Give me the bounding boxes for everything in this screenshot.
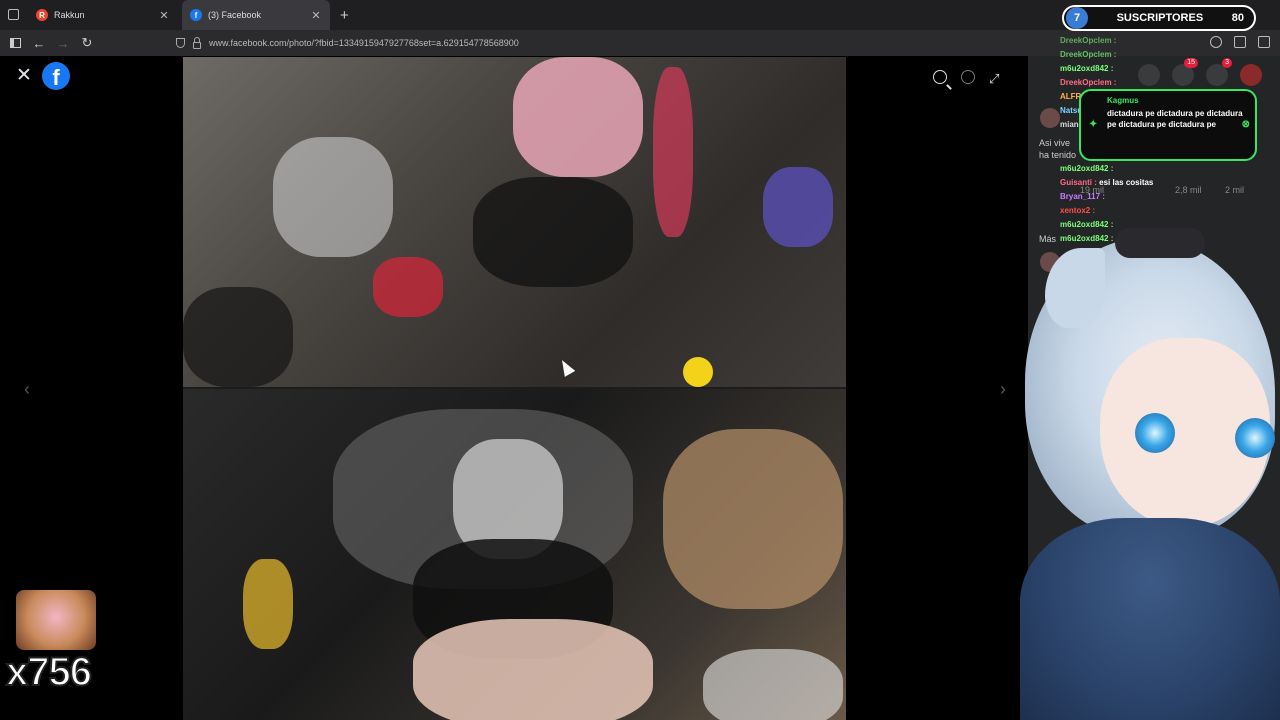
tab-label: Rakkun [54, 10, 85, 20]
chat-message: Bryan_117 : [1060, 192, 1105, 201]
fullscreen-icon[interactable]: ⤢ [989, 70, 1007, 88]
chat-message: Guisanti : esi las cositas [1060, 178, 1154, 187]
facebook-logo[interactable]: f [42, 62, 70, 90]
url-text[interactable]: www.facebook.com/photo/?fbid=13349159479… [209, 38, 519, 48]
reload-icon[interactable]: ↻ [75, 35, 99, 51]
shield-icon[interactable] [176, 38, 185, 48]
photo-top-half [183, 57, 846, 387]
previous-photo-button[interactable]: ‹ [12, 374, 42, 404]
emote-multiplier: x756 [5, 649, 93, 695]
viewer-toolbar: ⤢ [933, 70, 1007, 88]
emote-icon [16, 590, 96, 650]
facebook-favicon-icon: f [190, 9, 202, 21]
subscriber-counter: 7 SUSCRIPTORES 80 [1062, 5, 1256, 31]
sidebar-toggle-icon[interactable] [10, 38, 21, 48]
close-icon: ⊗ [1241, 119, 1250, 130]
zoom-in-icon[interactable] [933, 70, 947, 84]
post-snippet: ha tenido [1039, 150, 1077, 160]
avatar[interactable] [1040, 108, 1060, 128]
rakkun-favicon-icon: R [36, 9, 48, 21]
chat-message: DreekOpclem : [1060, 78, 1117, 87]
tab-rakkun[interactable]: R Rakkun ✕ [28, 0, 178, 30]
zoom-out-icon[interactable] [961, 70, 975, 84]
photo[interactable] [183, 57, 846, 720]
highlighted-chat-message: ✦ Kagmus dictadura pe dictadura pe dicta… [1079, 89, 1257, 161]
chat-message: DreekOpclem : [1060, 36, 1117, 45]
chat-message: m6u2oxd842 : [1060, 164, 1114, 173]
screen: { "browser": { "tabs": [ {"label": "Rakk… [0, 0, 1280, 720]
menu-icon[interactable] [1258, 36, 1270, 48]
tab-facebook[interactable]: f (3) Facebook ✕ [182, 0, 330, 30]
post-snippet: Asi vive [1039, 138, 1071, 148]
profile-avatar[interactable] [1240, 64, 1262, 86]
chat-message: xentox2 : [1060, 206, 1096, 215]
photo-bottom-half [183, 389, 846, 720]
tab-label: (3) Facebook [208, 10, 262, 20]
forward-icon[interactable]: → [51, 36, 75, 51]
pin-icon: ✦ [1089, 119, 1098, 130]
chat-message: m6u2oxd842 : [1060, 64, 1114, 73]
tab-overview-icon[interactable] [8, 9, 19, 20]
new-tab-icon[interactable]: + [340, 7, 349, 24]
close-tab-icon[interactable]: ✕ [158, 9, 170, 22]
subscriber-count-left: 7 [1066, 7, 1088, 29]
subscriber-count-right: 80 [1231, 12, 1244, 24]
url-field[interactable]: www.facebook.com/photo/?fbid=13349159479… [176, 33, 1006, 53]
close-viewer-button[interactable]: ✕ [14, 66, 34, 86]
photo-viewer: ✕ f ‹ › ⤢ [0, 56, 1028, 720]
subscriber-label: SUSCRIPTORES [1116, 12, 1204, 24]
vtuber-avatar [1005, 228, 1280, 720]
notice-user: Kagmus [1107, 96, 1139, 105]
lock-icon[interactable] [193, 36, 201, 49]
back-icon[interactable]: ← [27, 36, 51, 51]
chat-message: DreekOpclem : [1060, 50, 1117, 59]
notice-text: dictadura pe dictadura pe dictadura pe d… [1107, 109, 1243, 129]
close-tab-icon[interactable]: ✕ [310, 9, 322, 22]
